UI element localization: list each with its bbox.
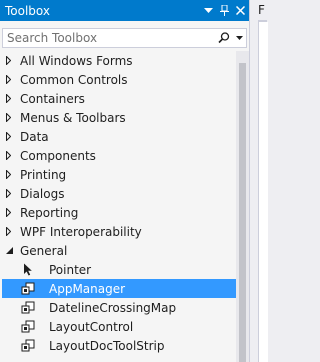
vertical-scrollbar[interactable] <box>236 51 249 362</box>
collapse-arrow-icon <box>6 247 13 254</box>
scrollbar-thumb[interactable] <box>239 63 246 362</box>
search-button[interactable] <box>216 29 232 47</box>
component-icon <box>21 339 35 351</box>
category-reporting[interactable]: Reporting <box>0 203 236 222</box>
component-icon <box>21 282 35 294</box>
category-label: All Windows Forms <box>20 53 133 68</box>
expand-arrow-icon <box>6 208 11 217</box>
chevron-down-icon <box>204 7 213 13</box>
category-label: WPF Interoperability <box>20 224 142 239</box>
category-label: Containers <box>20 91 85 106</box>
toolbox-panel: Toolbox Search Toolbox All Windows Forms… <box>0 0 250 362</box>
toolbox-item-layoutcontrol[interactable]: LayoutControl <box>0 317 236 336</box>
category-label: Printing <box>20 167 67 182</box>
category-label: Data <box>20 129 49 144</box>
chevron-down-icon <box>235 36 243 40</box>
toolbox-item-pointer[interactable]: Pointer <box>0 260 236 279</box>
pin-icon <box>220 5 229 16</box>
pointer-icon <box>24 263 32 276</box>
search-box <box>2 28 247 48</box>
item-label: AppManager <box>49 281 126 296</box>
category-common-controls[interactable]: Common Controls <box>0 70 236 89</box>
category-containers[interactable]: Containers <box>0 89 236 108</box>
category-dialogs[interactable]: Dialogs <box>0 184 236 203</box>
category-label: Reporting <box>20 205 79 220</box>
search-icon <box>218 32 230 44</box>
expand-arrow-icon <box>6 113 11 122</box>
component-icon <box>21 301 35 313</box>
close-icon <box>236 6 245 15</box>
expand-arrow-icon <box>6 170 11 179</box>
document-body <box>258 22 268 362</box>
item-label: DatelineCrossingMap <box>49 300 177 315</box>
expand-arrow-icon <box>6 189 11 198</box>
category-label: Menus & Toolbars <box>20 110 126 125</box>
category-printing[interactable]: Printing <box>0 165 236 184</box>
auto-hide-button[interactable] <box>217 0 232 21</box>
category-components[interactable]: Components <box>0 146 236 165</box>
category-label: Components <box>20 148 96 163</box>
expand-arrow-icon <box>6 132 11 141</box>
category-label: Common Controls <box>20 72 128 87</box>
expand-arrow-icon <box>6 151 11 160</box>
category-wpf-interoperability[interactable]: WPF Interoperability <box>0 222 236 241</box>
item-label: LayoutDocToolStrip <box>49 338 165 353</box>
item-label: Pointer <box>49 262 92 277</box>
toolbox-tree: All Windows Forms Common Controls Contai… <box>0 51 249 355</box>
close-button[interactable] <box>233 0 248 21</box>
search-input[interactable] <box>3 29 216 47</box>
category-label: General <box>20 243 68 258</box>
component-icon <box>21 320 35 332</box>
category-menus-toolbars[interactable]: Menus & Toolbars <box>0 108 236 127</box>
item-label: LayoutControl <box>49 319 134 334</box>
toolbox-item-appmanager[interactable]: AppManager <box>2 279 249 298</box>
document-area: F <box>250 0 268 362</box>
toolbox-item-datelinecrossingmap[interactable]: DatelineCrossingMap <box>0 298 236 317</box>
expand-arrow-icon <box>6 75 11 84</box>
toolbox-title: Toolbox <box>5 3 50 18</box>
toolbox-item-layoutdoctoolstrip[interactable]: LayoutDocToolStrip <box>0 336 236 355</box>
window-position-button[interactable] <box>201 0 216 21</box>
search-options-button[interactable] <box>232 29 246 47</box>
category-general[interactable]: General <box>0 241 236 260</box>
expand-arrow-icon <box>6 94 11 103</box>
toolbox-titlebar[interactable]: Toolbox <box>0 0 249 21</box>
document-tab[interactable]: F <box>258 3 265 17</box>
category-all-windows-forms[interactable]: All Windows Forms <box>0 51 236 70</box>
expand-arrow-icon <box>6 56 11 65</box>
expand-arrow-icon <box>6 227 11 236</box>
category-label: Dialogs <box>20 186 65 201</box>
category-data[interactable]: Data <box>0 127 236 146</box>
